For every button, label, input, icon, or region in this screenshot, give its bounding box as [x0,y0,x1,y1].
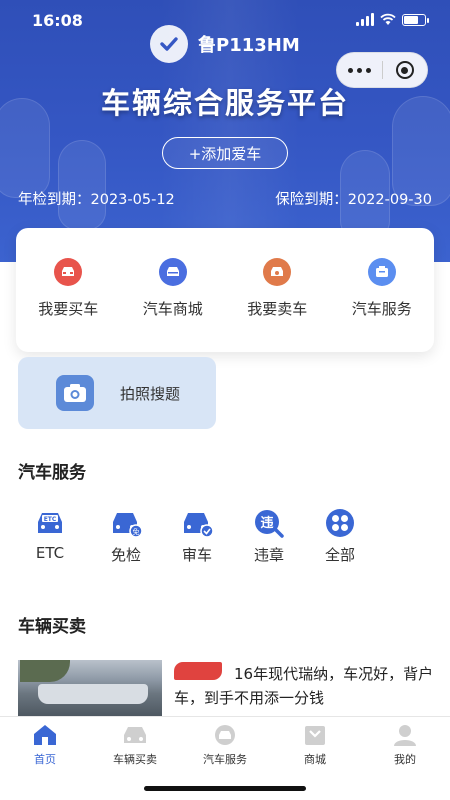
all-icon [326,509,354,537]
violation-icon: 违 [255,510,284,538]
record-icon [395,61,414,79]
tab-car-service[interactable]: 汽车服务 [180,723,270,767]
section-title-car-services: 汽车服务 [18,463,86,483]
inspect-icon [184,513,214,538]
service-inspect[interactable]: 审车 [167,508,227,565]
service-label: ETC [35,544,65,562]
tab-label: 我的 [394,753,416,766]
section-title-trading: 车辆买卖 [18,617,86,637]
listing-item[interactable]: 16年现代瑞纳，车况好，背户车，到手不用添一分钱 [18,660,438,716]
service-label: 免检 [110,546,141,564]
more-menu-button[interactable] [337,67,382,73]
tab-label: 商城 [304,753,326,766]
tab-label: 汽车服务 [203,753,247,766]
home-icon [34,725,56,745]
close-mini-program-button[interactable] [382,61,427,79]
menu-label: 我要卖车 [247,300,308,318]
banner-car-decoration [58,140,106,230]
listing-photo [18,660,162,716]
service-all[interactable]: 全部 [310,508,370,565]
svg-text:ETC: ETC [44,516,57,523]
svg-text:免: 免 [133,527,140,536]
menu-item-buy-car[interactable]: 我要买车 [16,228,121,352]
status-icons [356,13,429,26]
car-service-icon [367,258,396,286]
tab-profile[interactable]: 我的 [360,723,450,767]
menu-item-car-mall[interactable]: 汽车商城 [121,228,226,352]
car-mall-icon [158,258,187,286]
tab-mall[interactable]: 商城 [270,723,360,767]
car-trade-icon [124,727,146,743]
car-services-grid: ETC ETC 免 免检 审车 违 违章 全部 [18,508,378,568]
menu-item-car-service[interactable]: 汽车服务 [330,228,435,352]
etc-icon: ETC [38,513,62,533]
tab-label: 首页 [34,753,56,766]
vehicle-plate[interactable]: 鲁P113HM [150,24,300,64]
home-indicator [144,786,306,791]
svg-text:违: 违 [260,515,273,531]
menu-label: 汽车服务 [351,300,412,318]
mall-icon [305,726,325,745]
service-label: 全部 [324,546,355,564]
tab-car-trade[interactable]: 车辆买卖 [90,723,180,767]
wifi-icon [380,13,396,25]
photo-search-label: 拍照搜题 [120,384,181,403]
battery-icon [402,14,429,26]
car-sell-icon [263,258,292,286]
signal-icon [356,13,374,26]
service-violation[interactable]: 违 违章 [239,508,299,565]
user-icon [394,725,416,746]
car-service-tab-icon [215,725,235,745]
tab-home[interactable]: 首页 [0,723,90,767]
plate-number: 鲁P113HM [198,35,300,56]
service-label: 审车 [181,546,212,564]
photo-search-button[interactable]: 拍照搜题 [18,357,216,429]
listing-title: 16年现代瑞纳，车况好，背户车，到手不用添一分钱 [174,665,434,707]
service-label: 违章 [253,546,284,564]
car-buy-icon [54,258,83,286]
exempt-icon: 免 [113,513,143,538]
service-exempt[interactable]: 免 免检 [96,508,156,565]
menu-label: 汽车商城 [142,300,203,318]
camera-icon [56,375,94,411]
check-icon [150,25,188,63]
page-title: 车辆综合服务平台 [100,86,349,120]
menu-item-sell-car[interactable]: 我要卖车 [225,228,330,352]
tab-label: 车辆买卖 [113,753,157,766]
inspection-expiry: 年检到期：2023-05-12 [18,192,175,208]
insurance-expiry: 保险到期：2022-09-30 [275,192,432,208]
service-etc[interactable]: ETC ETC [20,508,80,562]
status-time: 16:08 [32,11,83,30]
menu-label: 我要买车 [38,300,99,318]
main-menu-card: 我要买车 汽车商城 我要卖车 汽车服务 [16,228,434,352]
header-banner: 16:08 鲁P113HM 车辆综合服务平台 +添加爱车 年检到期：2023-0… [0,0,450,262]
add-car-button[interactable]: +添加爱车 [162,137,288,169]
